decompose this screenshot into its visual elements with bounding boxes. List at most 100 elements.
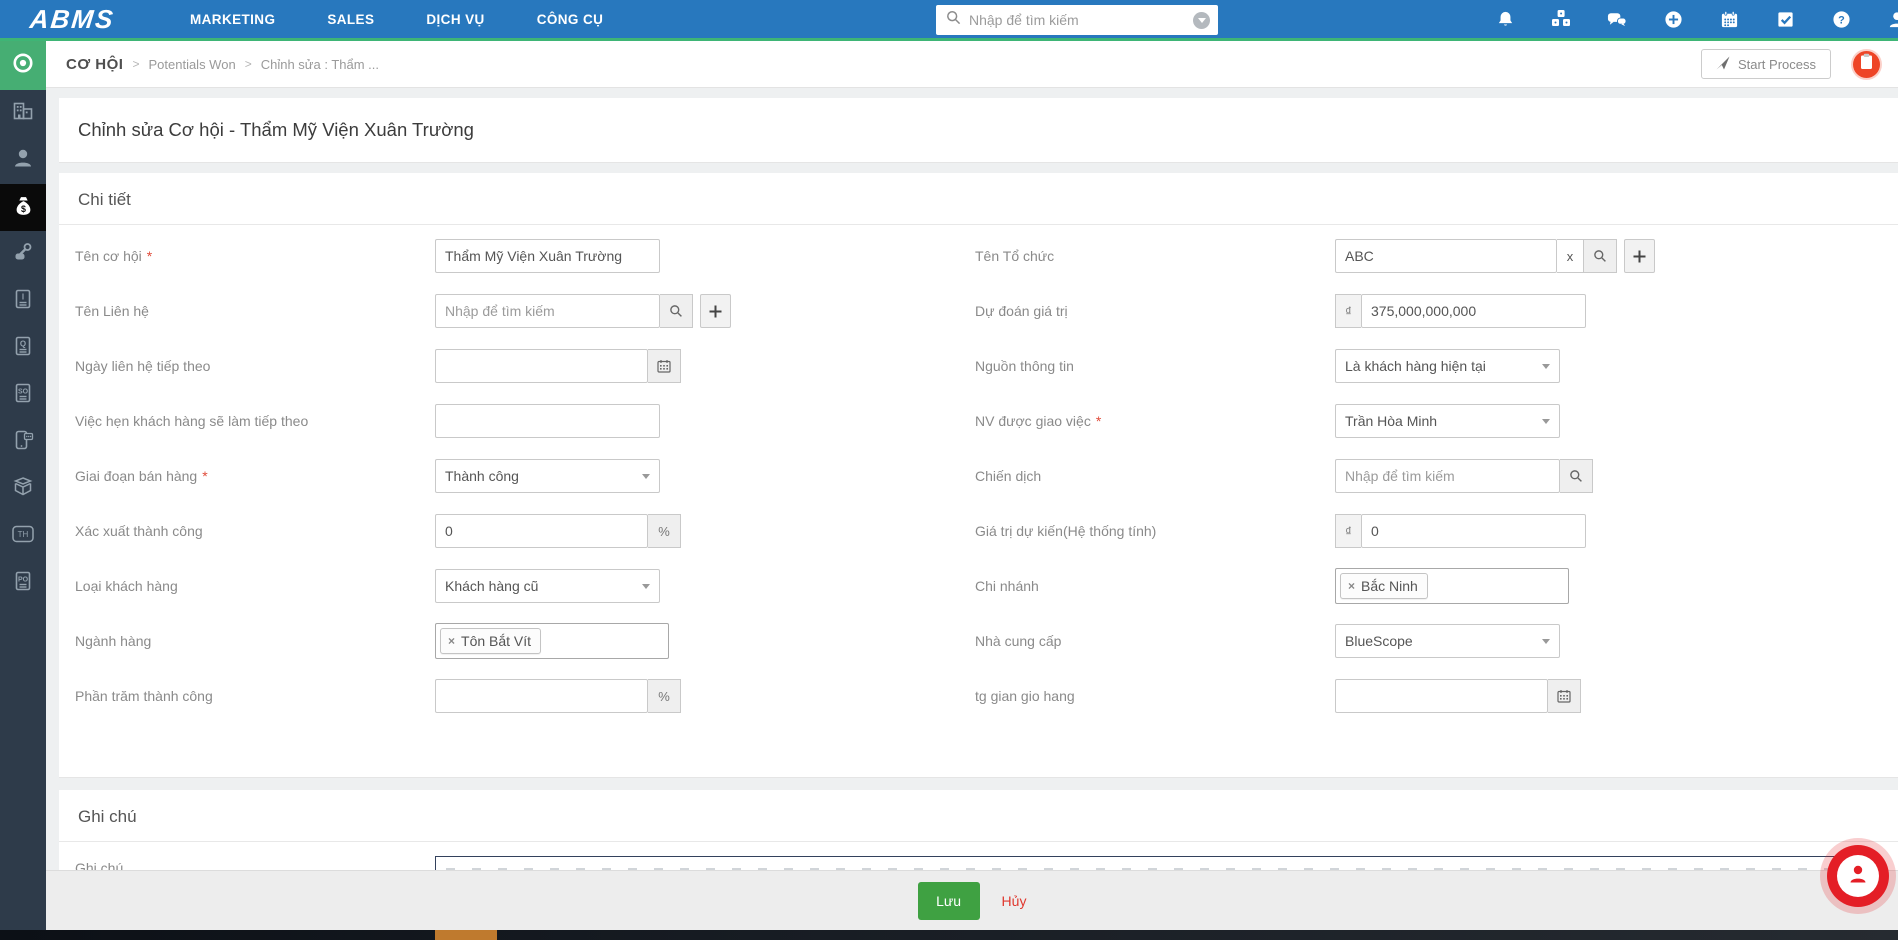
svg-text:Q: Q bbox=[20, 340, 26, 349]
field-ten-lien-he: Tên Liên hệ bbox=[75, 294, 731, 328]
tasks-icon[interactable] bbox=[1775, 9, 1795, 29]
ten-co-hoi-input[interactable] bbox=[435, 239, 660, 273]
phan-tram-input[interactable] bbox=[435, 679, 648, 713]
currency-addon: ₫ bbox=[1335, 514, 1361, 548]
field-chi-nhanh: Chi nhánh × Bắc Ninh bbox=[975, 568, 1655, 604]
field-label: Tên cơ hội * bbox=[75, 248, 153, 264]
svg-text:?: ? bbox=[1838, 14, 1845, 26]
clipboard-button[interactable] bbox=[1853, 50, 1880, 78]
field-phan-tram: Phần trăm thành công % bbox=[75, 679, 731, 713]
app-logo[interactable]: ABMS bbox=[28, 4, 151, 35]
user-icon[interactable] bbox=[1887, 9, 1898, 29]
field-tg-gian-gio-hang: tg gian gio hang bbox=[975, 679, 1655, 713]
nav-sales[interactable]: SALES bbox=[327, 12, 374, 27]
chevron-down-icon bbox=[642, 584, 650, 589]
nguon-thong-tin-select[interactable]: Là khách hàng hiện tại bbox=[1335, 349, 1560, 383]
calendar-icon[interactable] bbox=[1719, 9, 1739, 29]
search-icon bbox=[946, 10, 961, 30]
ten-lien-he-input[interactable] bbox=[435, 294, 660, 328]
sidebar-item-contracts[interactable]: I bbox=[0, 278, 46, 325]
global-search-input[interactable] bbox=[969, 12, 1193, 28]
calendar-picker-button[interactable] bbox=[648, 349, 681, 383]
sidebar-item-sms[interactable] bbox=[0, 419, 46, 466]
sidebar-item-purchase-orders[interactable]: PO bbox=[0, 560, 46, 607]
notifications-icon[interactable] bbox=[1495, 9, 1515, 29]
messages-icon[interactable] bbox=[1607, 9, 1627, 29]
sidebar-item-contacts[interactable] bbox=[0, 137, 46, 184]
document-po-icon: PO bbox=[11, 569, 35, 598]
field-loai-khach-hang: Loại khách hàng Khách hàng cũ bbox=[75, 569, 731, 603]
send-icon bbox=[1716, 56, 1730, 73]
organization-clear-button[interactable]: x bbox=[1557, 239, 1584, 273]
section-details-title: Chi tiết bbox=[78, 190, 131, 209]
nha-cung-cap-select[interactable]: BlueScope bbox=[1335, 624, 1560, 658]
organization-search-button[interactable] bbox=[1584, 239, 1617, 273]
organization-add-button[interactable] bbox=[1624, 239, 1655, 273]
xac-xuat-input[interactable] bbox=[435, 514, 648, 548]
chevron-down-icon bbox=[1542, 639, 1550, 644]
global-search bbox=[936, 5, 1218, 35]
calendar-picker-button[interactable] bbox=[1548, 679, 1581, 713]
phone-chat-icon bbox=[11, 428, 35, 457]
help-icon[interactable]: ? bbox=[1831, 9, 1851, 29]
nganh-hang-tagbox[interactable]: × Tôn Bắt Vít bbox=[435, 623, 669, 659]
sidebar-item-home[interactable] bbox=[0, 41, 46, 90]
save-button[interactable]: Lưu bbox=[917, 881, 980, 920]
du-doan-gia-tri-input[interactable] bbox=[1361, 294, 1586, 328]
svg-text:$: $ bbox=[21, 203, 26, 213]
apps-icon[interactable] bbox=[1551, 9, 1571, 29]
gia-tri-du-kien-input[interactable] bbox=[1361, 514, 1586, 548]
viec-hen-input[interactable] bbox=[435, 404, 660, 438]
sidebar-item-services[interactable] bbox=[0, 231, 46, 278]
field-label: NV được giao việc * bbox=[975, 413, 1102, 429]
nav-cong-cu[interactable]: CÔNG CỤ bbox=[537, 12, 604, 27]
field-label: Việc hẹn khách hàng sẽ làm tiếp theo bbox=[75, 413, 309, 429]
tg-gian-gio-hang-input[interactable] bbox=[1335, 679, 1548, 713]
sidebar-item-sales-orders[interactable]: SO bbox=[0, 372, 46, 419]
sidebar-item-opportunities[interactable]: $ bbox=[0, 184, 46, 231]
ten-to-chuc-input[interactable] bbox=[1335, 239, 1557, 273]
th-badge-icon: TH bbox=[10, 522, 36, 551]
sidebar-item-products[interactable] bbox=[0, 466, 46, 513]
search-scope-dropdown[interactable] bbox=[1193, 11, 1210, 29]
field-nv-duoc-giao-viec: NV được giao việc * Trần Hòa Minh bbox=[975, 404, 1655, 438]
tag-remove-icon[interactable]: × bbox=[448, 634, 455, 648]
field-chien-dich: Chiến dịch bbox=[975, 459, 1655, 493]
field-label: Phần trăm thành công bbox=[75, 688, 213, 704]
chevron-down-icon bbox=[642, 474, 650, 479]
start-process-button[interactable]: Start Process bbox=[1700, 49, 1831, 79]
add-icon[interactable] bbox=[1663, 9, 1683, 29]
tag-item: × Bắc Ninh bbox=[1340, 573, 1428, 599]
ngay-lien-he-input[interactable] bbox=[435, 349, 648, 383]
sidebar-item-organizations[interactable] bbox=[0, 90, 46, 137]
breadcrumb-bar: CƠ HỘI > Potentials Won > Chỉnh sửa : Th… bbox=[46, 41, 1898, 88]
giai-doan-select[interactable]: Thành công bbox=[435, 459, 660, 493]
sidebar-item-th[interactable]: TH bbox=[0, 513, 46, 560]
field-label: Giai đoạn bán hàng * bbox=[75, 468, 208, 484]
cancel-button[interactable]: Hủy bbox=[1002, 893, 1027, 909]
money-bag-icon: $ bbox=[11, 193, 36, 223]
percent-addon: % bbox=[648, 514, 681, 548]
chevron-down-icon bbox=[1542, 419, 1550, 424]
contact-search-button[interactable] bbox=[660, 294, 693, 328]
breadcrumb-module[interactable]: CƠ HỘI bbox=[66, 56, 123, 73]
campaign-search-button[interactable] bbox=[1560, 459, 1593, 493]
nv-giao-viec-select[interactable]: Trần Hòa Minh bbox=[1335, 404, 1560, 438]
field-label: Tên Liên hệ bbox=[75, 303, 149, 319]
svg-text:SO: SO bbox=[18, 389, 29, 396]
contact-add-button[interactable] bbox=[700, 294, 731, 328]
person-icon bbox=[1846, 862, 1870, 891]
chi-nhanh-tagbox[interactable]: × Bắc Ninh bbox=[1335, 568, 1569, 604]
breadcrumb-separator: > bbox=[132, 57, 140, 71]
nav-dich-vu[interactable]: DỊCH VỤ bbox=[426, 12, 484, 27]
breadcrumb-separator: > bbox=[244, 57, 252, 71]
loai-khach-hang-select[interactable]: Khách hàng cũ bbox=[435, 569, 660, 603]
tag-remove-icon[interactable]: × bbox=[1348, 579, 1355, 593]
nav-marketing[interactable]: MARKETING bbox=[190, 12, 275, 27]
field-viec-hen: Việc hẹn khách hàng sẽ làm tiếp theo bbox=[75, 404, 731, 438]
breadcrumb-item-list[interactable]: Potentials Won bbox=[148, 57, 235, 72]
sidebar-item-quotes[interactable]: Q bbox=[0, 325, 46, 372]
chien-dich-input[interactable] bbox=[1335, 459, 1560, 493]
person-icon bbox=[11, 146, 35, 175]
support-user-fab[interactable] bbox=[1820, 838, 1896, 914]
